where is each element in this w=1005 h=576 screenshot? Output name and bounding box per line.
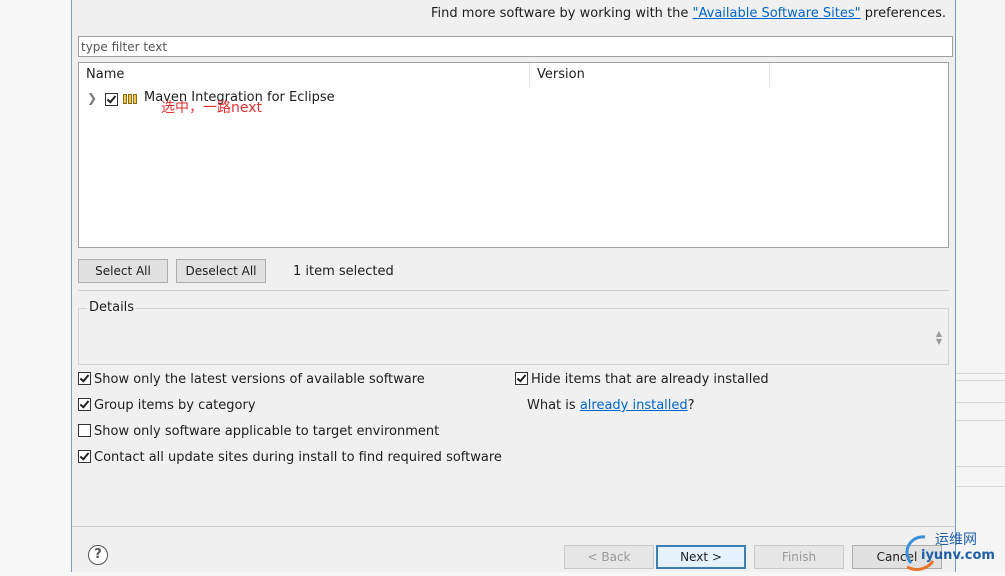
row-checkbox[interactable]	[105, 93, 118, 106]
column-header-filler	[770, 63, 948, 87]
column-header-name[interactable]: Name	[79, 63, 530, 87]
details-panel: Details ▲ ▼	[78, 300, 949, 365]
available-software-sites-link[interactable]: "Available Software Sites"	[693, 6, 861, 21]
column-header-version[interactable]: Version	[530, 63, 770, 87]
divider	[78, 290, 949, 291]
checkbox[interactable]	[78, 398, 91, 411]
software-table: Name Version ❯ Maven Integration for Ecl…	[78, 62, 949, 248]
watermark-domain: iyunv.com	[921, 548, 995, 563]
option-target-environment[interactable]: Show only software applicable to target …	[78, 424, 439, 439]
background-window	[955, 0, 1005, 572]
option-label: Contact all update sites during install …	[94, 450, 502, 465]
option-group-by-category[interactable]: Group items by category	[78, 398, 256, 413]
chevron-right-icon[interactable]: ❯	[87, 91, 97, 105]
hint-text: Find more software by working with the	[431, 6, 693, 21]
what-is-installed: What is already installed?	[527, 398, 695, 413]
watermark-text: 运维网	[935, 532, 977, 548]
option-label: Show only software applicable to target …	[94, 424, 440, 439]
option-label: Hide items that are already installed	[531, 372, 769, 387]
checkbox[interactable]	[515, 372, 528, 385]
hint-suffix: preferences.	[860, 6, 946, 21]
next-button[interactable]: Next >	[656, 545, 746, 569]
checkbox[interactable]	[78, 424, 91, 437]
what-is-text: What is	[527, 398, 580, 413]
install-dialog: Find more software by working with the "…	[71, 0, 956, 572]
feature-group-icon	[123, 94, 137, 104]
details-label: Details	[87, 300, 137, 315]
handwritten-annotation: 选中，一路next	[161, 100, 263, 116]
filter-input[interactable]	[78, 36, 953, 57]
footer-divider	[72, 526, 955, 527]
deselect-all-button[interactable]: Deselect All	[176, 259, 266, 283]
back-button[interactable]: < Back	[564, 545, 654, 569]
option-latest-versions[interactable]: Show only the latest versions of availab…	[78, 372, 425, 387]
option-hide-installed[interactable]: Hide items that are already installed	[515, 372, 769, 387]
option-label: Show only the latest versions of availab…	[94, 372, 425, 387]
table-row[interactable]: ❯ Maven Integration for Eclipse 选中，一路nex…	[79, 89, 948, 116]
what-is-suffix: ?	[687, 398, 695, 413]
scroll-arrows-icon[interactable]: ▲ ▼	[936, 330, 942, 346]
selection-status: 1 item selected	[293, 264, 394, 279]
checkbox[interactable]	[78, 450, 91, 463]
select-all-button[interactable]: Select All	[78, 259, 168, 283]
checkbox[interactable]	[78, 372, 91, 385]
finish-button[interactable]: Finish	[754, 545, 844, 569]
help-icon[interactable]: ?	[88, 545, 108, 565]
option-label: Group items by category	[94, 398, 256, 413]
available-sites-hint: Find more software by working with the "…	[431, 6, 946, 21]
watermark-logo: 运维网 iyunv.com	[899, 527, 999, 572]
option-contact-update-sites[interactable]: Contact all update sites during install …	[78, 450, 502, 465]
already-installed-link[interactable]: already installed	[580, 398, 688, 413]
